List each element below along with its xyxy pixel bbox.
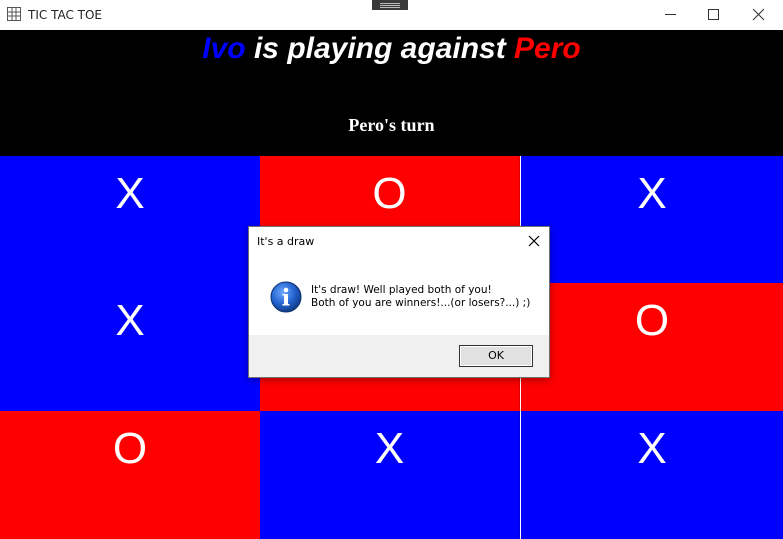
board-cell-9[interactable]: X (521, 411, 783, 539)
board-cell-1[interactable]: X (0, 156, 260, 283)
player2-name: Pero (514, 32, 581, 65)
board-cell-3[interactable]: X (521, 156, 783, 283)
app-icon (7, 7, 21, 21)
headline-middle: is playing against (245, 32, 515, 65)
info-icon (270, 281, 302, 313)
draw-dialog: It's a draw It's draw! Well played both … (248, 226, 550, 378)
drag-handle[interactable] (372, 0, 408, 10)
match-headline: Ivo is playing against Pero (0, 32, 783, 66)
board-cell-8[interactable]: X (260, 411, 520, 539)
game-header: Ivo is playing against Pero Pero's turn (0, 30, 783, 156)
turn-indicator: Pero's turn (348, 115, 435, 135)
dialog-close-button[interactable] (525, 232, 543, 250)
board-cell-7[interactable]: O (0, 411, 260, 539)
maximize-button[interactable] (691, 0, 737, 30)
board-cell-4[interactable]: X (0, 283, 260, 411)
player1-name: Ivo (202, 32, 246, 65)
window-titlebar: TIC TAC TOE (0, 0, 783, 30)
dialog-message-line2: Both of you are winners!...(or losers?..… (311, 297, 531, 309)
dialog-footer: OK (249, 335, 549, 377)
board-cell-6[interactable]: O (521, 283, 783, 411)
dialog-message-line1: It's draw! Well played both of you! (311, 284, 492, 296)
window-title: TIC TAC TOE (28, 8, 103, 22)
close-window-button[interactable] (736, 0, 782, 30)
minimize-button[interactable] (648, 0, 694, 30)
ok-button[interactable]: OK (459, 345, 533, 367)
dialog-title: It's a draw (257, 235, 315, 248)
dialog-message: It's draw! Well played both of you! Both… (311, 284, 530, 310)
